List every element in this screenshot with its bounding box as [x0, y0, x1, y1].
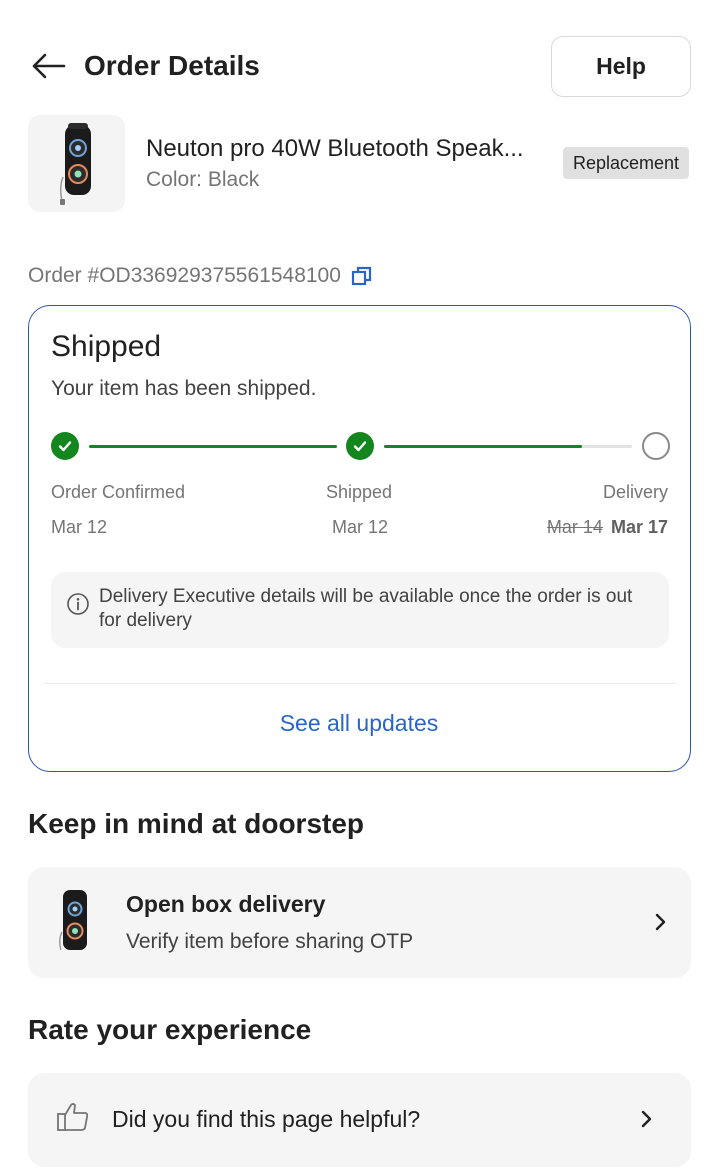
- product-thumbnail: [50, 881, 98, 961]
- open-box-delivery-subtitle: Verify item before sharing OTP: [126, 930, 414, 953]
- info-icon: [67, 593, 89, 615]
- divider: [43, 683, 676, 684]
- step-label-shipped: Shipped: [326, 482, 393, 502]
- page-title: Order Details: [84, 50, 260, 81]
- shipment-status-card: Shipped Your item has been shipped. Orde…: [28, 305, 691, 772]
- step-date-order-confirmed: Mar 12: [51, 517, 108, 537]
- speaker-image: [59, 122, 91, 205]
- order-id-row: Order #OD336929375561548100: [28, 262, 373, 290]
- step-date-delivery: Mar 14 Mar 17: [547, 517, 668, 538]
- replacement-badge: Replacement: [563, 147, 690, 179]
- help-button[interactable]: Help: [551, 36, 691, 97]
- see-all-updates-link[interactable]: See all updates: [29, 710, 689, 737]
- chevron-right-icon: [655, 913, 666, 931]
- chevron-right-icon: [641, 1110, 652, 1128]
- back-button[interactable]: [28, 46, 68, 86]
- helpful-question: Did you find this page helpful?: [112, 1106, 421, 1132]
- open-box-delivery-title: Open box delivery: [126, 891, 326, 917]
- rate-section-title: Rate your experience: [28, 1014, 312, 1045]
- product-row[interactable]: Neuton pro 40W Bluetooth Speak... Color:…: [28, 115, 691, 213]
- step-shipped-dot: [346, 432, 374, 460]
- thumbs-up-icon: [57, 1103, 89, 1131]
- check-icon: [58, 441, 72, 452]
- arrow-left-icon: [32, 53, 66, 79]
- step-label-order-confirmed: Order Confirmed: [51, 482, 186, 502]
- progress-line-1: [89, 445, 337, 448]
- progress-line-2-fill: [384, 445, 582, 448]
- step-date-shipped: Mar 12: [332, 517, 389, 537]
- order-id: Order #OD336929375561548100: [28, 264, 341, 287]
- product-color: Color: Black: [146, 168, 260, 191]
- status-subtitle: Your item has been shipped.: [51, 377, 317, 400]
- check-icon: [353, 441, 367, 452]
- doorstep-section-title: Keep in mind at doorstep: [28, 808, 365, 839]
- step-order-confirmed-dot: [51, 432, 79, 460]
- old-delivery-date: Mar 14: [546, 517, 603, 537]
- page-helpful-card[interactable]: Did you find this page helpful?: [28, 1073, 691, 1167]
- copy-icon[interactable]: [351, 265, 373, 287]
- progress-tracker: [51, 432, 670, 462]
- delivery-info-box: Delivery Executive details will be avail…: [51, 572, 669, 648]
- header: Order Details Help: [0, 0, 719, 110]
- delivery-info-text: Delivery Executive details will be avail…: [99, 586, 633, 631]
- new-delivery-date: Mar 17: [610, 517, 668, 537]
- open-box-delivery-card[interactable]: Open box delivery Verify item before sha…: [28, 867, 691, 978]
- product-image: [28, 115, 125, 212]
- status-title: Shipped: [51, 330, 162, 363]
- step-delivery-dot: [642, 432, 670, 460]
- product-name: Neuton pro 40W Bluetooth Speak...: [146, 135, 524, 162]
- step-label-delivery: Delivery: [602, 482, 668, 502]
